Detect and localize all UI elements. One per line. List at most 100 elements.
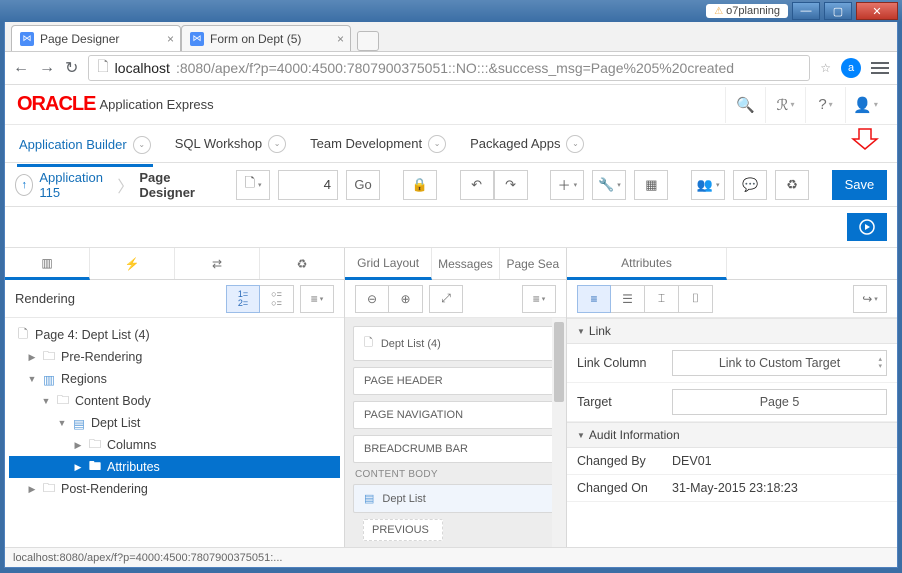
property-menu-button[interactable]: ↪▾ [853,285,887,313]
redo-button[interactable]: ↷ [494,170,528,200]
help-button[interactable]: ?▾ [805,87,845,123]
layout-region[interactable]: ▤Dept List [353,484,558,513]
layout-slot[interactable]: BREADCRUMB BAR [353,435,558,463]
admin-menu-button[interactable]: ℛ▾ [765,87,805,123]
tab-close-icon[interactable]: × [337,32,344,46]
expand-icon[interactable]: ▶ [73,462,83,473]
window-minimize-button[interactable]: — [792,2,820,20]
window-titlebar: o7planning — ▢ ✕ [0,0,902,22]
rendering-panel: ▥ ⚡ ⇄ ♻ Rendering 1=2= ○=○= ≡▾ 🗋Page 4: … [5,248,345,547]
rendering-tab[interactable]: ▥ [5,248,90,280]
view-1-button[interactable]: 1=2= [226,285,260,313]
shared-comp-icon: ♻ [297,257,308,271]
address-bar[interactable]: 🗋 localhost:8080/apex/f?p=4000:4500:7807… [88,55,810,81]
prop-key: Link Column [577,356,672,370]
card-label: BREADCRUMB BAR [364,443,468,455]
window-maximize-button[interactable]: ▢ [824,2,852,20]
align-left-button[interactable]: ≡ [577,285,611,313]
layout-menu-button[interactable]: ≡▾ [522,285,556,313]
browser-tabstrip: ⋈ Page Designer × ⋈ Form on Dept (5) × [5,22,897,52]
group-link[interactable]: Link [567,318,897,344]
group-audit[interactable]: Audit Information [567,422,897,448]
list-icon: ≡ [533,292,540,306]
align-bottom-button[interactable]: ⌷ [679,285,713,313]
team-button[interactable]: 👥▾ [691,170,725,200]
collapse-icon[interactable]: ▼ [57,418,67,428]
collapse-icon[interactable]: ▼ [41,396,51,406]
browser-tab[interactable]: ⋈ Form on Dept (5) × [181,25,351,51]
tab-close-icon[interactable]: × [167,32,174,46]
menu-application-builder[interactable]: Application Builder⌄ [17,132,153,167]
page-number-input[interactable] [278,170,338,200]
layout-page-card[interactable]: 🗋Dept List (4) [353,326,558,361]
tree-node-attributes[interactable]: ▶🖿Attributes [9,456,340,478]
comments-button[interactable]: 💬 [733,170,767,200]
save-button[interactable]: Save [832,170,887,200]
page-search-tab[interactable]: Page Sea [500,248,566,279]
browser-tab[interactable]: ⋈ Page Designer × [11,25,181,51]
tree-node-page[interactable]: 🗋Page 4: Dept List (4) [9,324,340,346]
breadcrumb-app[interactable]: Application 115 [39,170,111,200]
empty-tab-space [727,248,897,279]
tree-menu-button[interactable]: ≡▾ [300,285,334,313]
layout-slot[interactable]: PAGE HEADER [353,367,558,395]
undo-button[interactable]: ↶ [460,170,494,200]
tree-node-regions[interactable]: ▼ ▥ Regions [9,368,340,390]
link-column-select[interactable]: Link to Custom Target ▴▾ [672,350,887,376]
expand-icon[interactable]: ▶ [73,440,83,451]
expand-button[interactable]: ⤢ [429,285,463,313]
grid-layout-tab[interactable]: Grid Layout [345,248,432,280]
scrollbar[interactable] [552,318,566,547]
tree-node-dept-list[interactable]: ▼▤Dept List [9,412,340,434]
new-tab-button[interactable] [357,31,379,51]
back-button[interactable]: ← [13,59,29,77]
run-button[interactable] [847,213,887,241]
align-center-button[interactable]: ☰ [611,285,645,313]
create-button[interactable]: ＋▾ [550,170,584,200]
bookmark-icon[interactable]: ☆ [820,61,831,75]
collapse-icon[interactable]: ▼ [27,374,37,384]
utilities-button[interactable]: 🔧▾ [592,170,626,200]
tree-label: Regions [61,372,107,386]
up-icon[interactable]: ↑ [15,174,33,196]
window-close-button[interactable]: ✕ [856,2,898,20]
prop-changed-on: Changed On 31-May-2015 23:18:23 [567,475,897,502]
menu-packaged-apps[interactable]: Packaged Apps⌄ [468,131,586,157]
developer-button[interactable]: ♻ [775,170,809,200]
extension-icon[interactable]: a [841,58,861,78]
forward-button[interactable]: → [39,59,55,77]
menu-team-development[interactable]: Team Development⌄ [308,131,448,157]
card-label: PREVIOUS [372,524,429,536]
tree-node-columns[interactable]: ▶🗀Columns [9,434,340,456]
go-button[interactable]: Go [346,170,380,200]
attributes-tab[interactable]: Attributes [567,248,727,280]
prop-key: Changed On [577,481,672,495]
view-2-button[interactable]: ○=○= [260,285,294,313]
reload-button[interactable]: ↻ [65,58,78,78]
zoom-in-button[interactable]: ⊕ [389,285,423,313]
dynamic-actions-tab[interactable]: ⚡ [90,248,175,279]
page-info-icon[interactable]: 🗋 [97,56,108,80]
tree-node-content-body[interactable]: ▼🗀Content Body [9,390,340,412]
page-select-button[interactable]: 🗋▾ [236,170,270,200]
search-button[interactable]: 🔍 [725,87,765,123]
shared-tab[interactable]: ♻ [260,248,344,279]
messages-tab[interactable]: Messages [432,248,499,279]
regions-icon: ▥ [41,372,57,387]
tree-node-post-rendering[interactable]: ▶🗀Post-Rendering [9,478,340,500]
menu-sql-workshop[interactable]: SQL Workshop⌄ [173,131,288,157]
layout-button-slot[interactable]: PREVIOUS [363,519,443,541]
shared-button[interactable]: ▦ [634,170,668,200]
align-top-button[interactable]: ⌶ [645,285,679,313]
browser-menu-button[interactable] [871,62,889,74]
expand-icon[interactable]: ▶ [27,484,37,495]
account-button[interactable]: 👤▾ [845,87,885,123]
target-button[interactable]: Page 5 [672,389,887,415]
scrollbar-thumb[interactable] [554,322,564,402]
zoom-out-button[interactable]: ⊖ [355,285,389,313]
expand-icon[interactable]: ▶ [27,352,37,363]
layout-slot[interactable]: PAGE NAVIGATION [353,401,558,429]
lock-button[interactable]: 🔒 [403,170,437,200]
processing-tab[interactable]: ⇄ [175,248,260,279]
tree-node-pre-rendering[interactable]: ▶🗀Pre-Rendering [9,346,340,368]
